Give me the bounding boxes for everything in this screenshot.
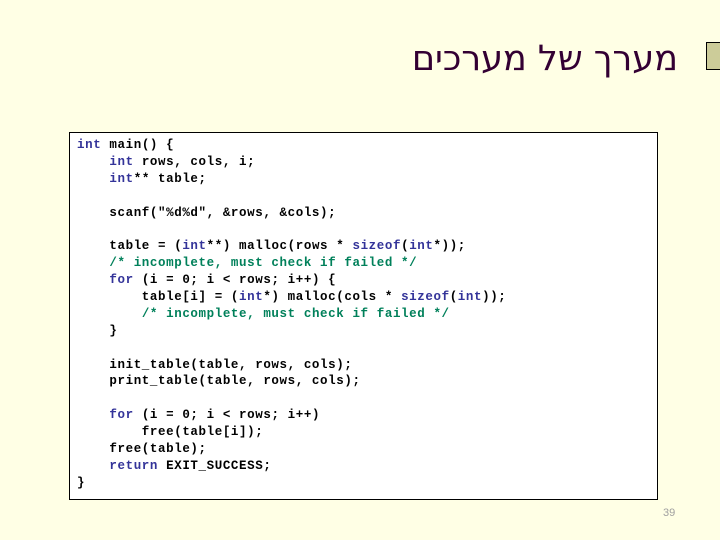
code-line: free(table);: [77, 441, 506, 458]
code-text: table = (: [77, 239, 183, 254]
code-line: for (i = 0; i < rows; i++): [77, 407, 506, 424]
code-line: init_table(table, rows, cols);: [77, 357, 506, 374]
code-comment: /* incomplete, must check if failed */: [109, 256, 418, 271]
code-text: *) malloc(cols *: [263, 290, 402, 305]
code-line: scanf("%d%d", &rows, &cols);: [77, 205, 506, 222]
code-line: int main() {: [77, 137, 506, 154]
slide-number: 39: [663, 507, 676, 519]
code-keyword: for: [109, 273, 134, 288]
code-line: table = (int**) malloc(rows * sizeof(int…: [77, 238, 506, 255]
code-line: }: [77, 323, 506, 340]
code-line: int rows, cols, i;: [77, 154, 506, 171]
code-line: int** table;: [77, 171, 506, 188]
code-line: /* incomplete, must check if failed */: [77, 306, 506, 323]
code-text: EXIT_SUCCESS;: [158, 458, 272, 473]
code-text: free(table[i]);: [77, 425, 264, 440]
code-text: init_table(table, rows, cols);: [77, 357, 353, 372]
code-text: table[i] = (: [77, 290, 240, 305]
code-line: print_table(table, rows, cols);: [77, 373, 506, 390]
code-text: scanf("%d%d", &rows, &cols);: [77, 205, 337, 220]
code-text: free(table);: [77, 442, 207, 457]
code-keyword: int: [182, 239, 207, 254]
code-line: return EXIT_SUCCESS;: [77, 458, 506, 475]
code-text: (i = 0; i < rows; i++) {: [133, 273, 337, 288]
code-line: free(table[i]);: [77, 424, 506, 441]
code-text: (: [449, 290, 458, 305]
code-keyword: int: [109, 171, 134, 186]
code-keyword: int: [457, 290, 483, 305]
code-keyword: return: [109, 458, 159, 473]
code-line: }: [77, 475, 506, 492]
code-text: (i = 0; i < rows; i++): [133, 408, 321, 423]
code-text: **) malloc(rows *: [206, 239, 353, 254]
code-text: ));: [482, 290, 507, 305]
code-keyword: for: [109, 408, 134, 423]
code-text: main() {: [101, 138, 175, 152]
code-text: (: [401, 239, 410, 254]
code-keyword: sizeof: [352, 239, 402, 254]
title-bullet-square-icon: [706, 42, 720, 70]
code-comment: /* incomplete, must check if failed */: [141, 306, 450, 321]
code-text: }: [77, 323, 118, 338]
code-text: ** table;: [133, 171, 207, 186]
code-keyword: int: [77, 138, 102, 152]
code-line: table[i] = (int*) malloc(cols * sizeof(i…: [77, 289, 506, 306]
code-block: int main() { int rows, cols, i; int** ta…: [77, 137, 506, 492]
code-text: }: [77, 475, 86, 490]
code-text: rows, cols, i;: [133, 154, 256, 169]
code-line: /* incomplete, must check if failed */: [77, 255, 506, 272]
slide-title: מערך של מערכים: [411, 39, 678, 79]
code-keyword: int: [409, 239, 434, 254]
code-text: *));: [433, 239, 466, 254]
code-text: print_table(table, rows, cols);: [77, 374, 361, 389]
code-box: int main() { int rows, cols, i; int** ta…: [69, 132, 658, 500]
code-line: for (i = 0; i < rows; i++) {: [77, 272, 506, 289]
code-keyword: int: [109, 154, 134, 169]
code-keyword: int: [239, 290, 264, 305]
code-keyword: sizeof: [401, 290, 450, 305]
